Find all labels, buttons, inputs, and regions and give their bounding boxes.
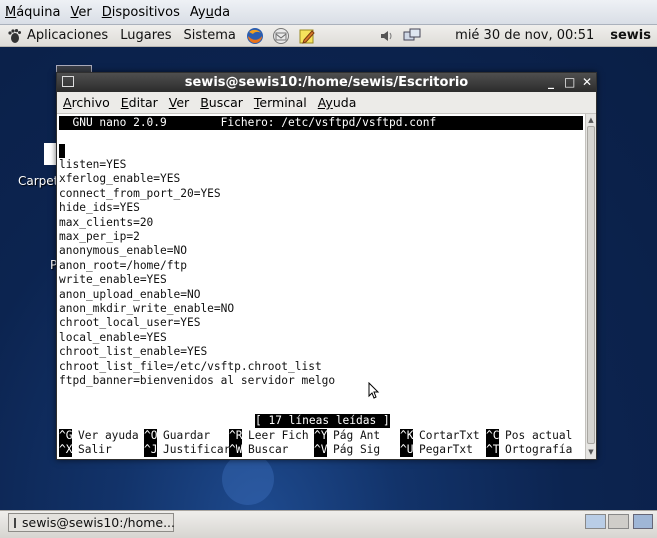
window-title: sewis@sewis10:/home/sewis/Escritorio: [184, 75, 469, 90]
shortcut-label: Ver ayuda: [78, 429, 139, 442]
menu-ver[interactable]: Ver: [66, 5, 97, 20]
shortcut-key: ^G: [59, 429, 73, 443]
shortcut-key: ^T: [486, 443, 500, 457]
text-cursor: [59, 144, 65, 158]
speaker-icon: [381, 30, 392, 41]
shortcut-label: Pág Ant: [333, 429, 381, 442]
taskbar-window-button[interactable]: sewis@sewis10:/home...: [8, 513, 176, 532]
config-line: xferlog_enable=YES: [59, 172, 181, 186]
config-line: listen=YES: [59, 158, 127, 171]
maximize-button[interactable]: □: [564, 73, 575, 92]
shortcut-label: Buscar: [248, 443, 289, 456]
terminal-menubar: Archivo Editar Ver Buscar Terminal Ayuda: [57, 92, 596, 114]
config-line: anon_root=/home/ftp: [59, 258, 187, 272]
firefox-launcher[interactable]: [242, 27, 268, 45]
system-menu[interactable]: Sistema: [178, 28, 242, 43]
nano-status: [ 17 líneas leídas ]: [255, 414, 390, 428]
network-icon: [403, 28, 421, 40]
config-line: ftpd_banner=bienvenidos al servidor melg…: [59, 374, 336, 387]
config-line: write_enable=YES: [59, 273, 167, 287]
terminal-window-icon: [62, 76, 74, 87]
shortcut-key: ^R: [229, 429, 243, 443]
evolution-mail-icon: [272, 27, 289, 44]
config-line: local_enable=YES: [59, 330, 167, 344]
terminal-scrollbar[interactable]: ▲ ▼: [585, 114, 596, 459]
volume-applet[interactable]: [375, 28, 399, 44]
shortcut-label: PegarTxt: [419, 443, 473, 456]
show-desktop-icon[interactable]: [633, 514, 653, 529]
shortcut-label: Leer Fich: [248, 429, 309, 442]
text-editor-icon: [299, 29, 315, 44]
clock[interactable]: mié 30 de nov, 00:51: [427, 28, 602, 43]
shortcut-key: ^C: [486, 429, 500, 443]
shortcut-label: Salir: [78, 443, 112, 456]
shortcut-key: ^X: [59, 443, 73, 457]
shortcut-key: ^V: [314, 443, 328, 457]
menu-maquina[interactable]: Máquina: [0, 5, 66, 20]
config-line: chroot_list_file=/etc/vsftp.chroot_list: [59, 359, 322, 373]
menu-editar[interactable]: Editar: [115, 95, 163, 110]
config-line: anonymous_enable=NO: [59, 244, 187, 258]
shortcut-label: Ortografía: [505, 443, 573, 456]
top-panel: Aplicaciones Lugares Sistema mié 30 de n…: [0, 25, 657, 47]
shortcut-label: Guardar: [163, 429, 211, 442]
config-line: chroot_local_user=YES: [59, 316, 201, 330]
workspace-2[interactable]: [608, 514, 629, 529]
scroll-down-icon[interactable]: ▼: [587, 448, 595, 456]
taskbar-window-label: sewis@sewis10:/home...: [22, 515, 176, 530]
menu-terminal[interactable]: Terminal: [248, 95, 312, 110]
applications-label: Aplicaciones: [27, 28, 109, 43]
network-applet[interactable]: [399, 28, 427, 44]
shortcut-key: ^J: [144, 443, 158, 457]
menu-archivo[interactable]: Archivo: [57, 95, 115, 110]
config-line: connect_from_port_20=YES: [59, 186, 221, 200]
bottom-panel: sewis@sewis10:/home...: [0, 510, 657, 538]
menu-ayuda[interactable]: Ayuda: [312, 95, 362, 110]
minimize-button[interactable]: _: [548, 73, 554, 92]
shortcut-key: ^Y: [314, 429, 328, 443]
applications-menu[interactable]: Aplicaciones: [0, 28, 114, 44]
config-line: anon_upload_enable=NO: [59, 287, 201, 301]
shortcut-key: ^U: [400, 443, 414, 457]
places-menu[interactable]: Lugares: [114, 28, 177, 43]
mouse-pointer-icon: [368, 382, 380, 399]
config-line: chroot_list_enable=YES: [59, 345, 208, 359]
config-line: max_per_ip=2: [59, 230, 140, 243]
config-line: max_clients=20: [59, 215, 154, 229]
shortcut-key: ^W: [229, 443, 243, 457]
menu-dispositivos[interactable]: Dispositivos: [97, 5, 185, 20]
shortcut-label: Pág Sig: [333, 443, 381, 456]
scroll-up-icon[interactable]: ▲: [587, 116, 595, 124]
terminal-window[interactable]: sewis@sewis10:/home/sewis/Escritorio _ □…: [56, 72, 597, 460]
menu-ayuda[interactable]: Ayuda: [185, 5, 235, 20]
config-line: hide_ids=YES: [59, 201, 140, 215]
terminal-window-icon: [14, 517, 16, 528]
shortcut-label: Justificar: [163, 443, 231, 456]
window-titlebar[interactable]: sewis@sewis10:/home/sewis/Escritorio _ □…: [57, 73, 596, 92]
mail-launcher[interactable]: [268, 27, 294, 45]
menu-ver[interactable]: Ver: [163, 95, 194, 110]
desktop-glow: [222, 453, 274, 505]
close-button[interactable]: ✕: [582, 73, 592, 92]
firefox-icon: [246, 27, 263, 44]
shortcut-label: CortarTxt: [419, 429, 480, 442]
user-menu[interactable]: sewis: [602, 28, 657, 43]
nano-header: GNU nano 2.0.9 Fichero: /etc/vsftpd/vsft…: [59, 116, 583, 130]
terminal-text-area[interactable]: GNU nano 2.0.9 Fichero: /etc/vsftpd/vsft…: [57, 114, 585, 459]
workspace-1[interactable]: [585, 514, 606, 529]
scrollbar-thumb[interactable]: [587, 126, 595, 444]
notes-launcher[interactable]: [294, 27, 320, 45]
shortcut-key: ^O: [144, 429, 158, 443]
menu-buscar[interactable]: Buscar: [194, 95, 248, 110]
gnome-foot-icon: [8, 28, 21, 43]
shortcut-key: ^K: [400, 429, 414, 443]
vbox-menubar: Máquina Ver Dispositivos Ayuda: [0, 0, 657, 25]
config-line: anon_mkdir_write_enable=NO: [59, 302, 235, 315]
shortcut-label: Pos actual: [505, 429, 573, 442]
